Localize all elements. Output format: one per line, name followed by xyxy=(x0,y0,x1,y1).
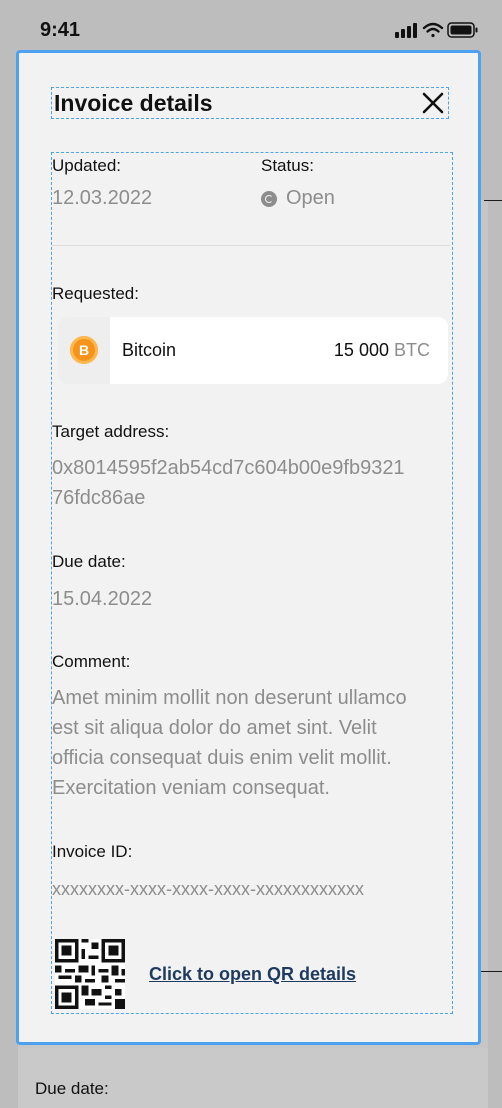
bitcoin-icon: B xyxy=(70,336,98,364)
status-value: Open xyxy=(286,187,335,209)
modal-header: Invoice details xyxy=(51,87,449,119)
comment-line: Exercitation veniam consequat. xyxy=(52,777,330,799)
invoice-details-modal: Invoice details Updated: 12.03.2022 Stat… xyxy=(16,50,481,1045)
qr-code-icon[interactable] xyxy=(55,939,125,1009)
coin-tile: B xyxy=(58,317,110,384)
status-bar: 9:41 xyxy=(0,0,502,50)
status-icons xyxy=(395,22,478,38)
comment-label: Comment: xyxy=(52,652,131,671)
background-card xyxy=(18,1048,488,1108)
refresh-icon xyxy=(261,190,277,207)
amount-value: 15 000 xyxy=(333,340,389,360)
requested-amount: 15 000 BTC xyxy=(334,340,430,361)
due-date-value: 15.04.2022 xyxy=(52,588,153,610)
invoice-id-value: xxxxxxxx-xxxx-xxxx-xxxx-xxxxxxxxxxxx xyxy=(52,879,364,899)
updated-value: 12.03.2022 xyxy=(52,187,153,209)
updated-label: Updated: xyxy=(52,156,121,175)
due-date-label: Due date: xyxy=(52,552,126,571)
comment-line: officia consequat duis enim velit mollit… xyxy=(52,747,392,769)
currency-code: BTC xyxy=(394,340,430,360)
background-due-date-label: Due date: xyxy=(35,1079,109,1098)
comment-line: est sit aliqua dolor do amet sint. Velit xyxy=(52,717,377,739)
status-time: 9:41 xyxy=(40,19,81,41)
requested-asset-card: B Bitcoin 15 000 BTC xyxy=(58,317,448,384)
requested-label: Requested: xyxy=(52,284,139,303)
target-address-line: 76fdc86ae xyxy=(52,487,146,509)
target-address-label: Target address: xyxy=(52,422,170,441)
target-address-line: 0x8014595f2ab54cd7c604b00e9fb9321 xyxy=(52,457,405,479)
close-icon[interactable] xyxy=(420,90,446,116)
comment-line: Amet minim mollit non deserunt ullamco xyxy=(52,687,407,709)
modal-title: Invoice details xyxy=(54,90,213,116)
battery-icon xyxy=(447,22,478,38)
open-qr-details-link[interactable]: Click to open QR details xyxy=(149,964,356,985)
divider xyxy=(52,245,450,246)
invoice-id-label: Invoice ID: xyxy=(52,842,133,861)
signal-icon xyxy=(395,23,417,38)
modal-content: Updated: 12.03.2022 Status: Open Request… xyxy=(51,152,453,1014)
wifi-icon xyxy=(422,22,444,38)
status-badge: Open xyxy=(261,187,335,210)
status-label: Status: xyxy=(261,156,314,175)
connector-line xyxy=(484,200,502,201)
coin-name: Bitcoin xyxy=(122,340,177,360)
